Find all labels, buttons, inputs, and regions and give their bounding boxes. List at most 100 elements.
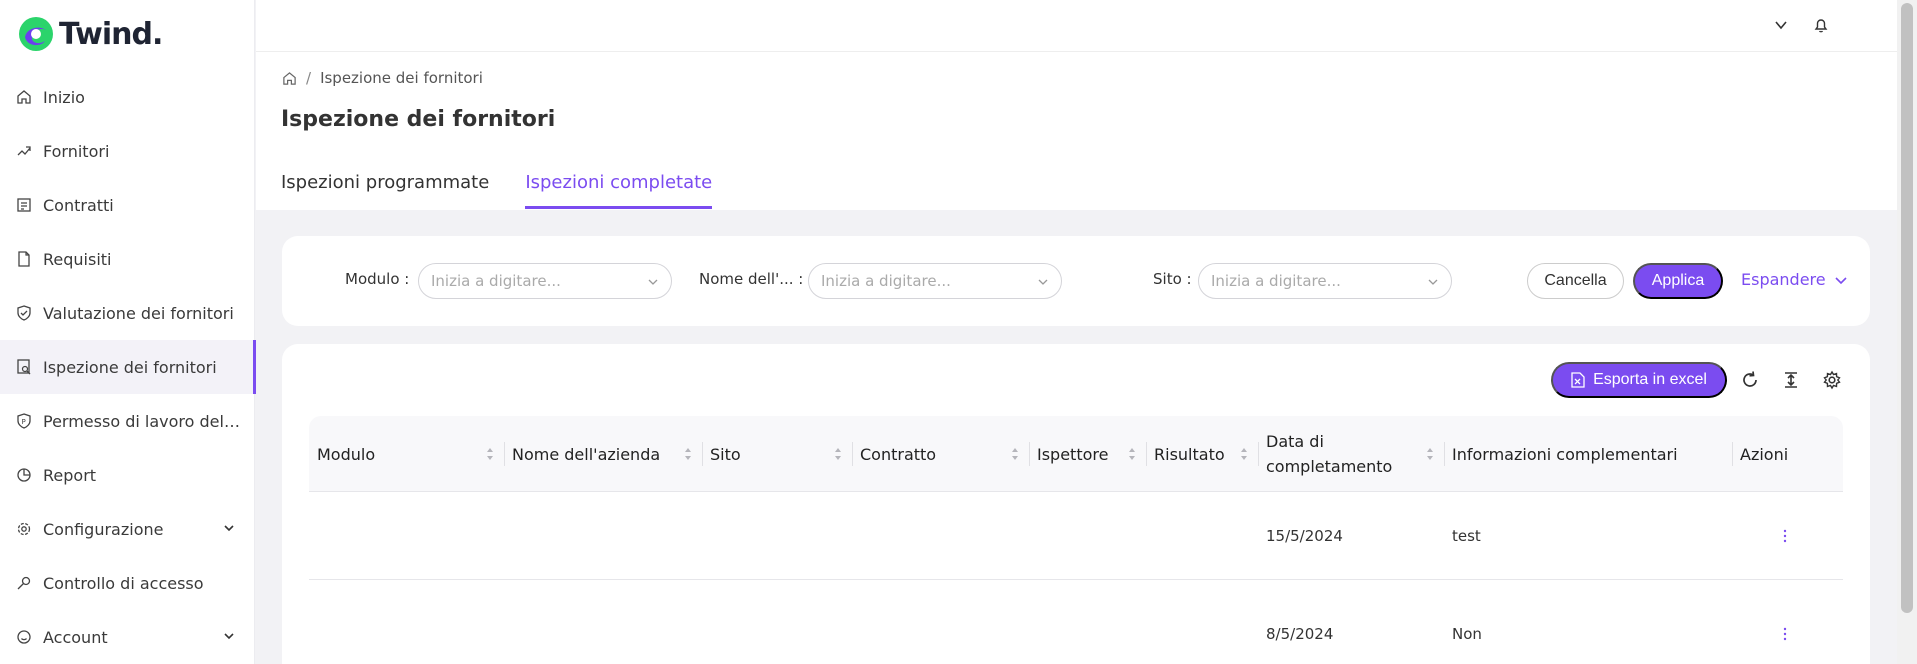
- column-header-sito[interactable]: Sito: [702, 416, 852, 492]
- page-scrollbar[interactable]: [1897, 0, 1917, 664]
- cell-informazioni: test: [1452, 527, 1481, 545]
- breadcrumb-separator: /: [306, 69, 312, 87]
- cell-informazioni: Non: [1452, 625, 1482, 643]
- column-header-risultato[interactable]: Risultato: [1146, 416, 1258, 492]
- brand-name: Twind.: [59, 16, 163, 52]
- logo[interactable]: Twind.: [17, 15, 163, 53]
- cancel-button[interactable]: Cancella: [1527, 263, 1624, 299]
- table-row[interactable]: 15/5/2024 test: [309, 492, 1843, 580]
- expand-filters-button[interactable]: Espandere: [1741, 270, 1848, 289]
- more-actions-icon[interactable]: [1783, 627, 1787, 641]
- column-label: Contratto: [860, 444, 937, 464]
- table-row[interactable]: 8/5/2024 Non: [309, 580, 1843, 664]
- smiley-icon: [16, 629, 32, 645]
- filter-sito-placeholder: Inizia a digitare...: [1211, 272, 1341, 290]
- chevron-down-icon: [648, 279, 658, 285]
- results-table-panel: Esporta in excel Modulo Nome dell'aziend…: [282, 344, 1870, 664]
- sort-icon[interactable]: [1011, 447, 1019, 461]
- sidebar-item-account[interactable]: Account: [0, 610, 255, 664]
- column-header-informazioni: Informazioni complementari: [1444, 416, 1732, 492]
- column-header-contratto[interactable]: Contratto: [852, 416, 1029, 492]
- sort-icon[interactable]: [486, 447, 494, 461]
- filter-nome-select[interactable]: Inizia a digitare...: [808, 263, 1062, 299]
- column-header-modulo[interactable]: Modulo: [309, 416, 504, 492]
- column-label: Risultato: [1154, 444, 1225, 464]
- column-header-data-completamento[interactable]: Data di completamento: [1258, 416, 1444, 492]
- contract-icon: [16, 197, 32, 213]
- sidebar-item-label: Report: [43, 465, 97, 485]
- sidebar-item-label: Fornitori: [43, 141, 110, 161]
- sidebar-item-controllo-accesso[interactable]: Controllo di accesso: [0, 556, 255, 610]
- cell-data-completamento: 8/5/2024: [1266, 625, 1334, 643]
- filter-modulo-label: Modulo :: [345, 270, 410, 288]
- scrollbar-thumb[interactable]: [1901, 3, 1913, 613]
- top-bar: [256, 0, 1897, 52]
- sort-icon[interactable]: [684, 447, 692, 461]
- twind-logo-icon: [19, 17, 53, 51]
- sidebar-item-report[interactable]: Report: [0, 448, 255, 502]
- permit-icon: P: [16, 413, 32, 429]
- sidebar-item-label: Configurazione: [43, 519, 164, 539]
- filter-nome-placeholder: Inizia a digitare...: [821, 272, 951, 290]
- column-header-ispettore[interactable]: Ispettore: [1029, 416, 1146, 492]
- page-title: Ispezione dei fornitori: [281, 107, 556, 132]
- apply-button[interactable]: Applica: [1633, 263, 1723, 299]
- filter-nome-label: Nome dell'... :: [699, 270, 804, 288]
- filter-sito-label: Sito :: [1153, 270, 1192, 288]
- column-label: Ispettore: [1037, 444, 1109, 464]
- sidebar-item-fornitori[interactable]: Fornitori: [0, 124, 255, 178]
- column-label: Sito: [710, 444, 741, 464]
- column-label: Informazioni complementari: [1452, 444, 1678, 464]
- tabs: Ispezioni programmate Ispezioni completa…: [281, 172, 748, 209]
- page-header: / Ispezione dei fornitori Ispezione dei …: [256, 52, 1897, 210]
- sort-icon[interactable]: [1128, 447, 1136, 461]
- sidebar-item-label: Contratti: [43, 195, 114, 215]
- column-header-nome-azienda[interactable]: Nome dell'azienda: [504, 416, 702, 492]
- sidebar-item-valutazione[interactable]: Valutazione dei fornitori: [0, 286, 255, 340]
- bell-icon[interactable]: [1812, 16, 1830, 34]
- sidebar-item-label: Controllo di accesso: [43, 573, 204, 593]
- sort-icon[interactable]: [1426, 447, 1434, 461]
- sidebar-item-label: Permesso di lavoro del f...: [43, 411, 243, 431]
- gear-icon: [16, 521, 32, 537]
- filter-sito-select[interactable]: Inizia a digitare...: [1198, 263, 1452, 299]
- cell-data-completamento: 15/5/2024: [1266, 527, 1343, 545]
- excel-file-icon: [1571, 372, 1585, 388]
- document-icon: [16, 251, 32, 267]
- tab-ispezioni-programmate[interactable]: Ispezioni programmate: [281, 172, 489, 209]
- home-icon: [16, 89, 32, 105]
- table-header: Modulo Nome dell'azienda Sito Contratto …: [309, 416, 1843, 492]
- sort-icon[interactable]: [1240, 447, 1248, 461]
- filter-modulo-placeholder: Inizia a digitare...: [431, 272, 561, 290]
- more-actions-icon[interactable]: [1783, 529, 1787, 543]
- sidebar-nav: Inizio Fornitori Contratti Requisiti Val…: [0, 70, 256, 664]
- tab-ispezioni-completate[interactable]: Ispezioni completate: [525, 172, 712, 209]
- sidebar-item-label: Requisiti: [43, 249, 112, 269]
- filter-panel: Modulo : Inizia a digitare... Nome dell'…: [282, 236, 1870, 326]
- column-label: Nome dell'azienda: [512, 444, 661, 464]
- chevron-down-icon: [1428, 279, 1438, 285]
- chevron-down-icon[interactable]: [1772, 16, 1790, 34]
- refresh-icon[interactable]: [1740, 370, 1760, 390]
- sidebar-item-contratti[interactable]: Contratti: [0, 178, 255, 232]
- column-label: Modulo: [317, 444, 376, 464]
- sidebar-item-inizio[interactable]: Inizio: [0, 70, 255, 124]
- column-label: Data di completamento: [1266, 432, 1393, 476]
- chevron-down-icon: [1038, 279, 1048, 285]
- sidebar-item-configurazione[interactable]: Configurazione: [0, 502, 255, 556]
- chevron-down-icon: [224, 525, 234, 532]
- key-icon: [16, 575, 32, 591]
- expand-label: Espandere: [1741, 270, 1826, 289]
- sidebar-item-requisiti[interactable]: Requisiti: [0, 232, 255, 286]
- export-excel-button[interactable]: Esporta in excel: [1551, 362, 1727, 398]
- gear-icon[interactable]: [1822, 370, 1842, 390]
- breadcrumb-current: Ispezione dei fornitori: [320, 69, 483, 87]
- home-icon[interactable]: [282, 71, 297, 86]
- column-height-icon[interactable]: [1781, 370, 1801, 390]
- sort-icon[interactable]: [834, 447, 842, 461]
- sidebar-item-ispezione[interactable]: Ispezione dei fornitori: [0, 340, 256, 394]
- sidebar-item-label: Valutazione dei fornitori: [43, 303, 234, 323]
- column-label: Azioni: [1740, 444, 1789, 464]
- filter-modulo-select[interactable]: Inizia a digitare...: [418, 263, 672, 299]
- sidebar-item-permesso[interactable]: P Permesso di lavoro del f...: [0, 394, 255, 448]
